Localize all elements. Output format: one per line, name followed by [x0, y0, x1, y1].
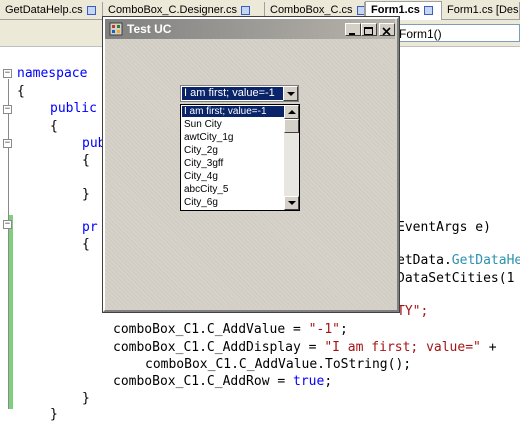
- tab-form1-design[interactable]: Form1.cs [Design]: [442, 2, 520, 19]
- combobox-dropdown-list[interactable]: I am first; value=-1 Sun City awtCity_1g…: [180, 104, 300, 211]
- chevron-down-icon: [287, 92, 295, 96]
- member-dropdown[interactable]: Form1(): [395, 24, 520, 42]
- list-item[interactable]: City_3gff: [182, 158, 284, 169]
- city-combobox[interactable]: I am first; value=-1: [180, 85, 299, 102]
- tab-label: ComboBox_C.cs: [270, 4, 353, 16]
- form-icon: [109, 22, 123, 36]
- close-button[interactable]: [379, 23, 395, 36]
- list-item[interactable]: awtCity_1g: [182, 132, 284, 143]
- code-brace: {: [50, 119, 58, 134]
- code-namespace: namespace: [17, 66, 96, 81]
- combobox-value: I am first; value=-1: [182, 87, 283, 100]
- maximize-button[interactable]: [361, 23, 377, 36]
- code-dataset: DataSetCities(1: [397, 271, 515, 286]
- code-string-tail: TY";: [397, 304, 429, 319]
- minimize-icon: [349, 33, 355, 35]
- tab-label: Form1.cs [Design]: [447, 4, 519, 16]
- minimize-button[interactable]: [345, 23, 361, 36]
- code-brace: {: [82, 237, 90, 252]
- lock-icon: [241, 5, 251, 15]
- code-brace: {: [17, 84, 25, 99]
- collapse-icon[interactable]: −: [3, 69, 12, 78]
- code-eventargs: EventArgs e): [397, 220, 491, 235]
- maximize-icon: [364, 27, 373, 35]
- lock-icon: [423, 5, 433, 15]
- tab-label: Form1.cs: [371, 4, 420, 16]
- tab-label: ComboBox_C.Designer.cs: [108, 4, 238, 16]
- collapse-icon[interactable]: −: [3, 220, 12, 229]
- chevron-up-icon: [288, 110, 296, 114]
- list-scrollbar[interactable]: [284, 105, 299, 210]
- code-addvalue: comboBox_C1.C_AddValue = "-1";: [113, 322, 348, 337]
- tab-getdatahelp[interactable]: GetDataHelp.cs: [0, 2, 103, 19]
- window-title: Test UC: [127, 22, 172, 36]
- code-pr: pr: [82, 220, 98, 235]
- chevron-down-icon: [288, 201, 296, 205]
- list-item-selected[interactable]: I am first; value=-1: [182, 106, 284, 117]
- lock-icon: [86, 5, 96, 15]
- scroll-down-button[interactable]: [284, 196, 299, 210]
- code-tostring: comboBox_C1.C_AddValue.ToString();: [145, 357, 412, 372]
- code-brace: }: [50, 407, 58, 422]
- combobox-dropdown-button[interactable]: [283, 86, 298, 101]
- tab-label: GetDataHelp.cs: [5, 4, 83, 16]
- scroll-thumb[interactable]: [284, 119, 299, 133]
- list-item[interactable]: City_4g: [182, 171, 284, 182]
- code-getdata: etData.GetDataHe: [397, 253, 520, 268]
- lock-icon: [356, 5, 364, 15]
- code-addrow: comboBox_C1.C_AddRow = true;: [113, 374, 333, 389]
- collapse-icon[interactable]: −: [3, 139, 12, 148]
- close-icon: [382, 27, 391, 36]
- list-item[interactable]: Sun City: [182, 119, 284, 130]
- changed-lines-marker: [9, 215, 13, 409]
- code-brace: }: [82, 391, 90, 406]
- code-brace: }: [82, 187, 90, 202]
- list-item[interactable]: abcCity_5: [182, 184, 284, 195]
- list-item[interactable]: City_2g: [182, 145, 284, 156]
- list-item[interactable]: City_6g: [182, 197, 284, 208]
- scroll-up-button[interactable]: [284, 105, 299, 119]
- code-brace: {: [82, 153, 90, 168]
- code-public: public: [50, 101, 97, 116]
- window-titlebar[interactable]: Test UC: [105, 19, 395, 39]
- code-adddisplay: comboBox_C1.C_AddDisplay = "I am first; …: [113, 340, 497, 355]
- collapse-icon[interactable]: −: [3, 105, 12, 114]
